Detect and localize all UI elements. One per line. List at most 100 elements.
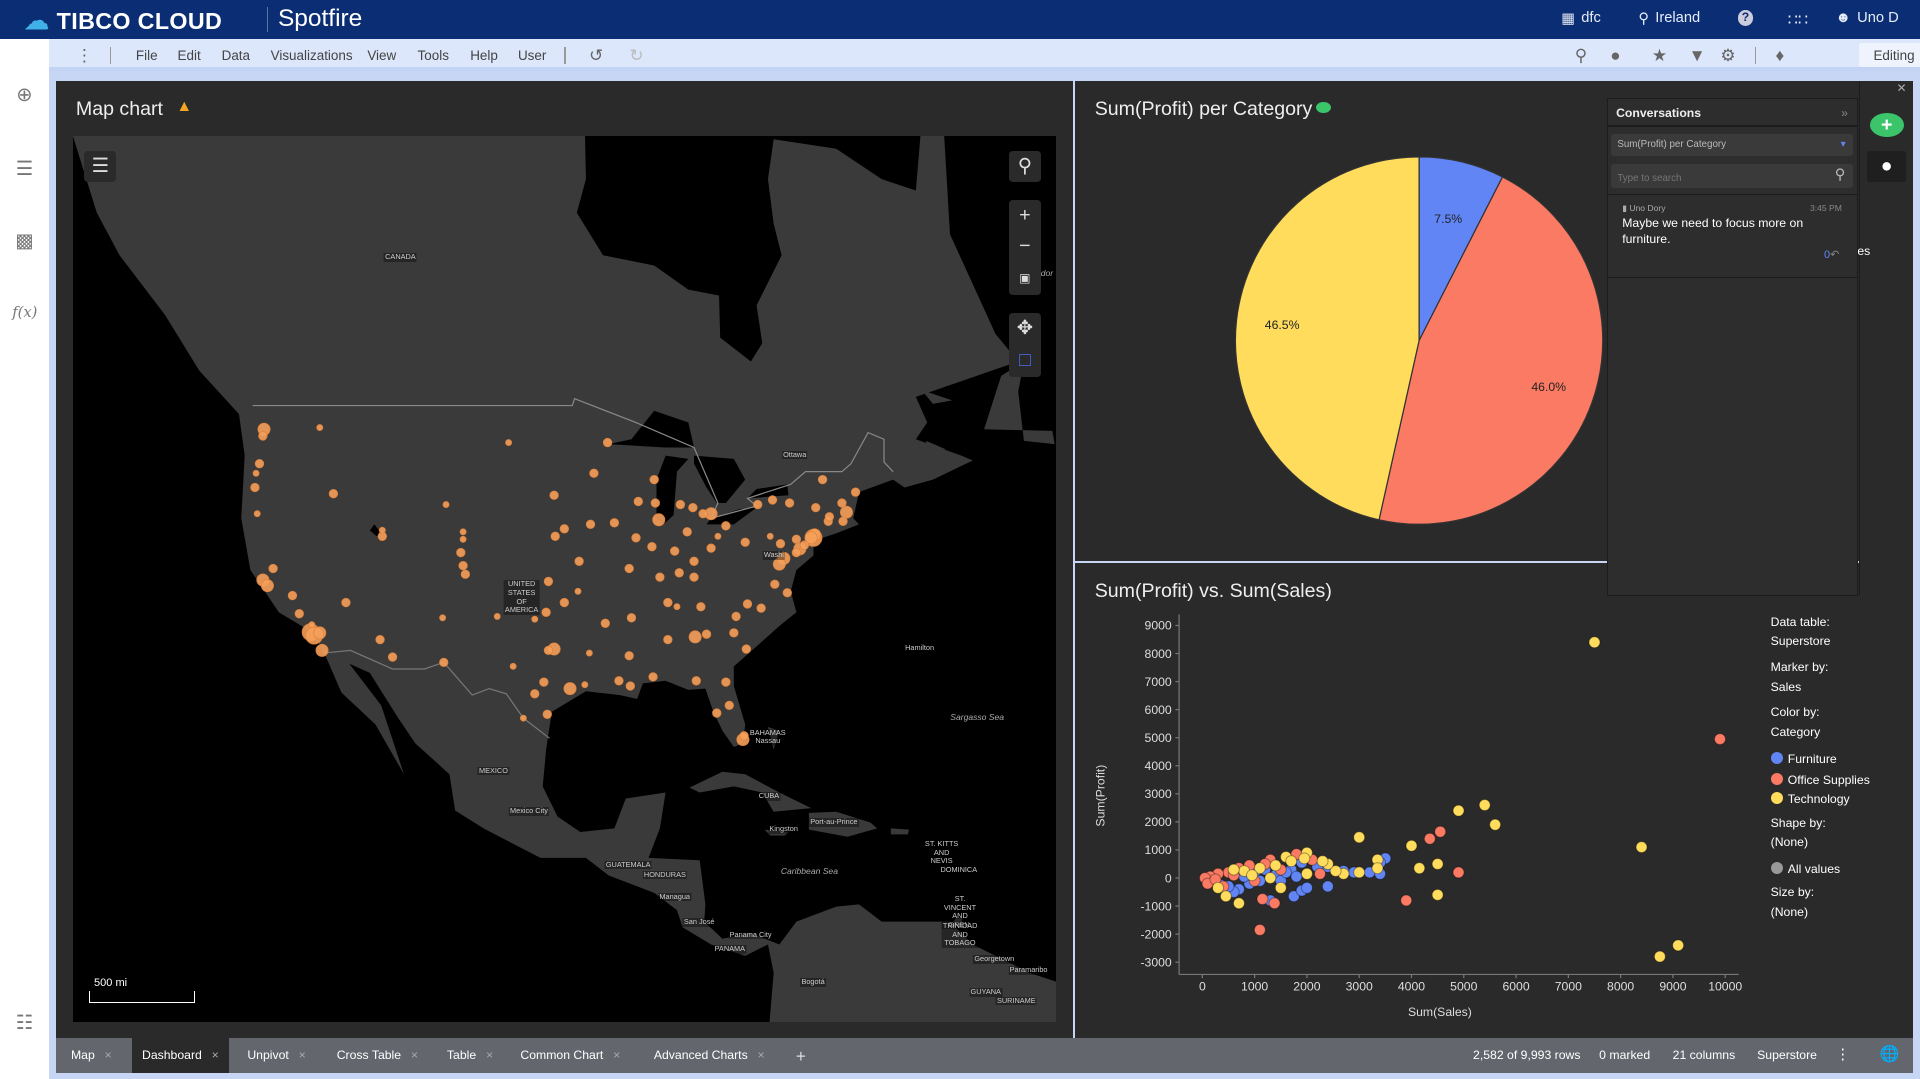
scatter-point-furniture[interactable]	[1321, 880, 1334, 893]
hierarchy-icon[interactable]: ☷	[12, 1011, 36, 1035]
region-selector[interactable]: ⚲ Ireland	[1638, 10, 1700, 27]
tab-dashboard[interactable]: Dashboard ×	[132, 1038, 229, 1073]
scatter-point-technology[interactable]	[1246, 869, 1259, 882]
map-marker[interactable]	[768, 495, 778, 505]
pie-slice-technology[interactable]	[1234, 156, 1420, 521]
map-marker[interactable]	[706, 543, 717, 553]
scatter-point-office-supplies[interactable]	[1253, 924, 1266, 937]
map-marker[interactable]	[586, 649, 594, 657]
map-marker[interactable]	[581, 681, 589, 689]
map-marker[interactable]	[520, 714, 528, 722]
map-marker[interactable]	[792, 534, 802, 544]
map-marker[interactable]	[838, 516, 849, 526]
menu-view[interactable]: View	[367, 48, 396, 63]
bookmark-icon[interactable]: ★	[1652, 45, 1667, 66]
scatter-point-office-supplies[interactable]	[1400, 894, 1413, 907]
map-marker[interactable]	[505, 439, 513, 446]
map-marker[interactable]	[753, 499, 763, 510]
layers-button[interactable]: ☰	[84, 150, 117, 183]
map-marker[interactable]	[624, 563, 635, 574]
map-marker[interactable]	[439, 614, 447, 622]
map-marker[interactable]	[329, 488, 339, 499]
map-marker[interactable]	[544, 645, 554, 655]
zoom-in-icon[interactable]: +	[1009, 200, 1041, 232]
map-marker[interactable]	[773, 557, 787, 571]
scatter-point-technology[interactable]	[1431, 858, 1444, 871]
scatter-point-office-supplies[interactable]	[1314, 868, 1327, 881]
map-marker[interactable]	[439, 657, 449, 667]
map-marker[interactable]	[341, 597, 352, 608]
scatter-point-technology[interactable]	[1212, 882, 1225, 895]
map-marker[interactable]	[458, 560, 469, 571]
legend-data-table-value[interactable]: Superstore	[1771, 634, 1831, 648]
map-marker[interactable]	[725, 700, 735, 710]
map-marker[interactable]	[250, 482, 261, 493]
close-tab-icon[interactable]: ×	[613, 1038, 620, 1072]
map-marker[interactable]	[560, 524, 570, 534]
legend-marker-value[interactable]: Sales	[1771, 680, 1802, 694]
help-button[interactable]: ?	[1737, 9, 1754, 26]
tab-unpivot[interactable]: Unpivot ×	[238, 1038, 316, 1072]
map-marker[interactable]	[313, 626, 327, 640]
scatter-plot[interactable]: 9000800070006000500040003000200010000-10…	[1075, 563, 1761, 1038]
scatter-point-technology[interactable]	[1635, 841, 1648, 854]
scatter-point-technology[interactable]	[1653, 950, 1666, 963]
map-marker[interactable]	[560, 597, 570, 608]
user-menu[interactable]: ☻ Uno D	[1836, 10, 1899, 26]
map-marker[interactable]	[702, 629, 712, 639]
map-marker[interactable]	[614, 676, 625, 686]
legend-size-value[interactable]: (None)	[1771, 905, 1808, 919]
map-marker[interactable]	[456, 547, 466, 558]
map-marker[interactable]	[575, 587, 582, 595]
scatter-point-office-supplies[interactable]	[1423, 832, 1436, 845]
map-marker[interactable]	[648, 672, 659, 682]
map-marker[interactable]	[308, 621, 316, 629]
map-marker[interactable]	[721, 677, 731, 687]
comments-toggle-icon[interactable]: ●	[1867, 150, 1907, 183]
map-marker[interactable]	[731, 611, 742, 621]
conversation-filter-dropdown[interactable]: Sum(Profit) per Category ▾	[1611, 134, 1853, 157]
function-icon[interactable]: f(x)	[12, 301, 37, 325]
scatter-point-technology[interactable]	[1452, 804, 1465, 817]
undo-icon[interactable]: ↺	[589, 45, 603, 66]
map-marker[interactable]	[544, 576, 554, 586]
close-tab-icon[interactable]: ×	[299, 1038, 306, 1072]
scatter-point-technology[interactable]	[1353, 831, 1366, 844]
map-marker[interactable]	[316, 643, 329, 657]
add-page-icon[interactable]: +	[796, 1046, 806, 1067]
map-marker[interactable]	[792, 547, 802, 558]
map-marker[interactable]	[379, 526, 387, 534]
scatter-point-technology[interactable]	[1478, 799, 1491, 812]
menu-help[interactable]: Help	[470, 48, 498, 63]
legend-item-office-supplies[interactable]: Office Supplies	[1770, 772, 1870, 787]
map-marker[interactable]	[589, 468, 600, 478]
close-tab-icon[interactable]: ×	[105, 1038, 112, 1072]
legend-shape-value[interactable]: (None)	[1771, 835, 1808, 849]
scatter-point-technology[interactable]	[1672, 939, 1685, 952]
map-marker[interactable]	[564, 682, 577, 696]
map-marker[interactable]	[288, 590, 298, 601]
map-marker[interactable]	[443, 501, 450, 508]
map-marker[interactable]	[776, 538, 786, 549]
map-marker[interactable]	[741, 537, 751, 547]
search-icon[interactable]: ⚲	[1575, 45, 1588, 66]
settings-gear-icon[interactable]: ⚙	[1720, 45, 1735, 66]
status-data-table[interactable]: Superstore	[1757, 1048, 1817, 1062]
scatter-point-technology[interactable]	[1285, 855, 1298, 868]
search-icon[interactable]: ⚲	[1835, 166, 1846, 183]
tab-advanced-charts[interactable]: Advanced Charts ×	[644, 1038, 774, 1072]
map-marker[interactable]	[663, 634, 673, 645]
map-marker[interactable]	[647, 541, 658, 552]
comments-icon[interactable]: ●	[1610, 45, 1620, 66]
close-tab-icon[interactable]: ×	[411, 1038, 418, 1072]
status-marked[interactable]: 0 marked	[1599, 1048, 1650, 1062]
map-marker[interactable]	[688, 502, 699, 513]
map-marker[interactable]	[510, 662, 518, 670]
map-marker[interactable]	[601, 618, 611, 628]
map-marker[interactable]	[531, 615, 539, 623]
scatter-point-technology[interactable]	[1316, 855, 1329, 868]
map-marker[interactable]	[721, 521, 731, 531]
map-marker[interactable]	[551, 531, 561, 541]
redo-icon[interactable]: ↻	[629, 45, 643, 66]
map-marker[interactable]	[574, 556, 585, 566]
